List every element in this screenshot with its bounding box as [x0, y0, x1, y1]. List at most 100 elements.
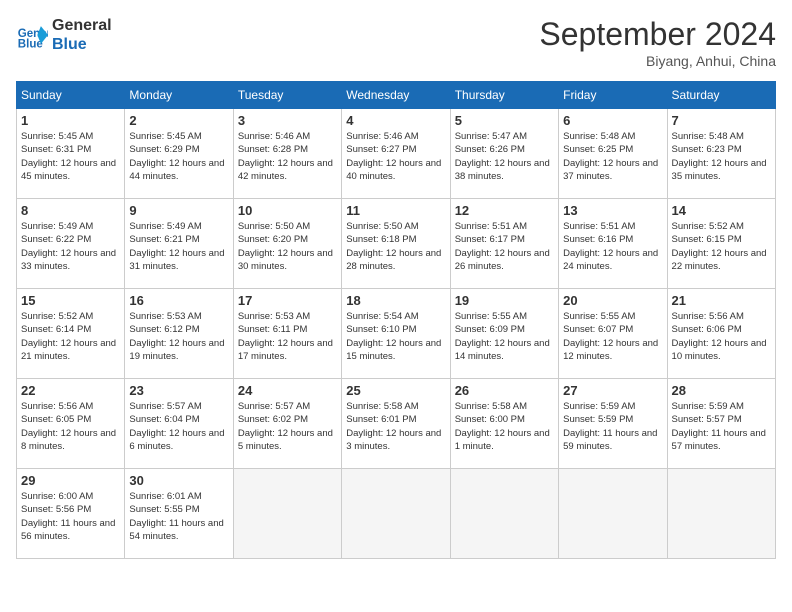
day-number: 18 [346, 293, 445, 308]
logo-line2: Blue [52, 35, 112, 54]
day-cell: 16 Sunrise: 5:53 AM Sunset: 6:12 PM Dayl… [125, 289, 233, 379]
day-number: 28 [672, 383, 771, 398]
day-cell: 25 Sunrise: 5:58 AM Sunset: 6:01 PM Dayl… [342, 379, 450, 469]
week-row-1: 1 Sunrise: 5:45 AM Sunset: 6:31 PM Dayli… [17, 109, 776, 199]
day-cell: 5 Sunrise: 5:47 AM Sunset: 6:26 PM Dayli… [450, 109, 558, 199]
logo-icon: General Blue [16, 19, 48, 51]
day-number: 10 [238, 203, 337, 218]
day-info: Sunrise: 5:55 AM Sunset: 6:07 PM Dayligh… [563, 310, 662, 363]
day-cell [667, 469, 775, 559]
header-monday: Monday [125, 82, 233, 109]
day-info: Sunrise: 5:49 AM Sunset: 6:21 PM Dayligh… [129, 220, 228, 273]
day-number: 9 [129, 203, 228, 218]
day-cell: 8 Sunrise: 5:49 AM Sunset: 6:22 PM Dayli… [17, 199, 125, 289]
day-number: 22 [21, 383, 120, 398]
day-info: Sunrise: 5:53 AM Sunset: 6:12 PM Dayligh… [129, 310, 228, 363]
day-number: 23 [129, 383, 228, 398]
day-info: Sunrise: 5:58 AM Sunset: 6:01 PM Dayligh… [346, 400, 445, 453]
day-number: 15 [21, 293, 120, 308]
day-cell [342, 469, 450, 559]
day-info: Sunrise: 5:58 AM Sunset: 6:00 PM Dayligh… [455, 400, 554, 453]
day-number: 5 [455, 113, 554, 128]
day-number: 27 [563, 383, 662, 398]
day-cell: 21 Sunrise: 5:56 AM Sunset: 6:06 PM Dayl… [667, 289, 775, 379]
day-info: Sunrise: 6:01 AM Sunset: 5:55 PM Dayligh… [129, 490, 228, 543]
day-cell: 11 Sunrise: 5:50 AM Sunset: 6:18 PM Dayl… [342, 199, 450, 289]
day-cell: 6 Sunrise: 5:48 AM Sunset: 6:25 PM Dayli… [559, 109, 667, 199]
day-cell: 30 Sunrise: 6:01 AM Sunset: 5:55 PM Dayl… [125, 469, 233, 559]
day-number: 2 [129, 113, 228, 128]
calendar-header: SundayMondayTuesdayWednesdayThursdayFrid… [17, 82, 776, 109]
day-number: 25 [346, 383, 445, 398]
header-friday: Friday [559, 82, 667, 109]
page-header: General Blue General Blue September 2024… [16, 16, 776, 69]
month-title: September 2024 [539, 16, 776, 53]
day-cell: 7 Sunrise: 5:48 AM Sunset: 6:23 PM Dayli… [667, 109, 775, 199]
week-row-2: 8 Sunrise: 5:49 AM Sunset: 6:22 PM Dayli… [17, 199, 776, 289]
day-number: 21 [672, 293, 771, 308]
day-number: 3 [238, 113, 337, 128]
day-cell: 14 Sunrise: 5:52 AM Sunset: 6:15 PM Dayl… [667, 199, 775, 289]
day-info: Sunrise: 5:47 AM Sunset: 6:26 PM Dayligh… [455, 130, 554, 183]
day-number: 29 [21, 473, 120, 488]
day-cell: 12 Sunrise: 5:51 AM Sunset: 6:17 PM Dayl… [450, 199, 558, 289]
day-info: Sunrise: 5:59 AM Sunset: 5:57 PM Dayligh… [672, 400, 771, 453]
day-cell [559, 469, 667, 559]
day-info: Sunrise: 5:51 AM Sunset: 6:16 PM Dayligh… [563, 220, 662, 273]
day-number: 14 [672, 203, 771, 218]
day-info: Sunrise: 5:45 AM Sunset: 6:29 PM Dayligh… [129, 130, 228, 183]
day-cell: 20 Sunrise: 5:55 AM Sunset: 6:07 PM Dayl… [559, 289, 667, 379]
day-cell [233, 469, 341, 559]
day-cell: 27 Sunrise: 5:59 AM Sunset: 5:59 PM Dayl… [559, 379, 667, 469]
calendar-body: 1 Sunrise: 5:45 AM Sunset: 6:31 PM Dayli… [17, 109, 776, 559]
day-number: 4 [346, 113, 445, 128]
logo: General Blue General Blue [16, 16, 112, 54]
day-number: 6 [563, 113, 662, 128]
day-number: 13 [563, 203, 662, 218]
week-row-5: 29 Sunrise: 6:00 AM Sunset: 5:56 PM Dayl… [17, 469, 776, 559]
day-cell: 9 Sunrise: 5:49 AM Sunset: 6:21 PM Dayli… [125, 199, 233, 289]
location: Biyang, Anhui, China [539, 53, 776, 69]
day-info: Sunrise: 5:54 AM Sunset: 6:10 PM Dayligh… [346, 310, 445, 363]
day-number: 8 [21, 203, 120, 218]
header-tuesday: Tuesday [233, 82, 341, 109]
day-cell: 1 Sunrise: 5:45 AM Sunset: 6:31 PM Dayli… [17, 109, 125, 199]
day-number: 26 [455, 383, 554, 398]
day-cell: 18 Sunrise: 5:54 AM Sunset: 6:10 PM Dayl… [342, 289, 450, 379]
header-sunday: Sunday [17, 82, 125, 109]
day-number: 20 [563, 293, 662, 308]
day-info: Sunrise: 5:48 AM Sunset: 6:23 PM Dayligh… [672, 130, 771, 183]
day-number: 17 [238, 293, 337, 308]
header-saturday: Saturday [667, 82, 775, 109]
day-cell: 3 Sunrise: 5:46 AM Sunset: 6:28 PM Dayli… [233, 109, 341, 199]
day-info: Sunrise: 5:56 AM Sunset: 6:05 PM Dayligh… [21, 400, 120, 453]
day-info: Sunrise: 5:56 AM Sunset: 6:06 PM Dayligh… [672, 310, 771, 363]
day-cell: 17 Sunrise: 5:53 AM Sunset: 6:11 PM Dayl… [233, 289, 341, 379]
day-number: 7 [672, 113, 771, 128]
title-block: September 2024 Biyang, Anhui, China [539, 16, 776, 69]
day-cell [450, 469, 558, 559]
day-info: Sunrise: 5:49 AM Sunset: 6:22 PM Dayligh… [21, 220, 120, 273]
day-info: Sunrise: 5:52 AM Sunset: 6:14 PM Dayligh… [21, 310, 120, 363]
day-info: Sunrise: 5:46 AM Sunset: 6:28 PM Dayligh… [238, 130, 337, 183]
day-info: Sunrise: 5:50 AM Sunset: 6:18 PM Dayligh… [346, 220, 445, 273]
day-info: Sunrise: 5:46 AM Sunset: 6:27 PM Dayligh… [346, 130, 445, 183]
week-row-4: 22 Sunrise: 5:56 AM Sunset: 6:05 PM Dayl… [17, 379, 776, 469]
day-number: 16 [129, 293, 228, 308]
day-info: Sunrise: 5:52 AM Sunset: 6:15 PM Dayligh… [672, 220, 771, 273]
day-cell: 26 Sunrise: 5:58 AM Sunset: 6:00 PM Dayl… [450, 379, 558, 469]
day-cell: 4 Sunrise: 5:46 AM Sunset: 6:27 PM Dayli… [342, 109, 450, 199]
day-cell: 15 Sunrise: 5:52 AM Sunset: 6:14 PM Dayl… [17, 289, 125, 379]
day-cell: 29 Sunrise: 6:00 AM Sunset: 5:56 PM Dayl… [17, 469, 125, 559]
day-cell: 22 Sunrise: 5:56 AM Sunset: 6:05 PM Dayl… [17, 379, 125, 469]
day-info: Sunrise: 5:53 AM Sunset: 6:11 PM Dayligh… [238, 310, 337, 363]
week-row-3: 15 Sunrise: 5:52 AM Sunset: 6:14 PM Dayl… [17, 289, 776, 379]
day-info: Sunrise: 5:50 AM Sunset: 6:20 PM Dayligh… [238, 220, 337, 273]
day-number: 30 [129, 473, 228, 488]
day-number: 1 [21, 113, 120, 128]
day-cell: 24 Sunrise: 5:57 AM Sunset: 6:02 PM Dayl… [233, 379, 341, 469]
header-thursday: Thursday [450, 82, 558, 109]
day-number: 19 [455, 293, 554, 308]
day-info: Sunrise: 5:57 AM Sunset: 6:02 PM Dayligh… [238, 400, 337, 453]
day-info: Sunrise: 5:57 AM Sunset: 6:04 PM Dayligh… [129, 400, 228, 453]
